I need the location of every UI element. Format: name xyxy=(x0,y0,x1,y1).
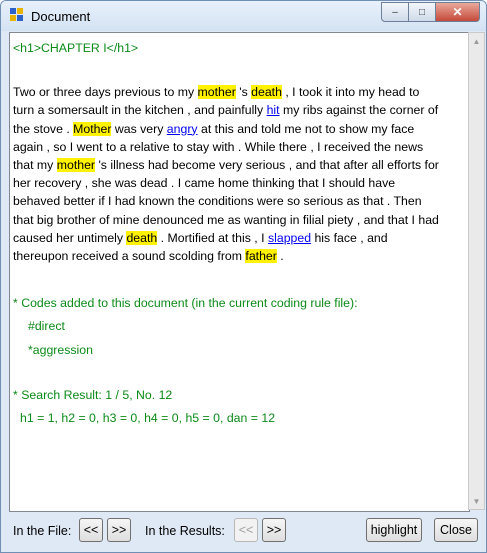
text-run: was very xyxy=(111,121,167,136)
text-run: Two or three days previous to my xyxy=(13,85,198,100)
vertical-scrollbar[interactable]: ▲ ▼ xyxy=(468,32,485,510)
scroll-up-icon[interactable]: ▲ xyxy=(469,33,484,49)
window-title: Document xyxy=(31,9,91,24)
results-next-button[interactable]: >> xyxy=(262,518,286,542)
close-button[interactable]: Close xyxy=(434,518,478,542)
highlighted-word: death xyxy=(126,230,158,245)
document-heading: <h1>CHAPTER I</h1> xyxy=(13,41,139,55)
document-paragraph: Two or three days previous to my mother … xyxy=(13,83,443,265)
linked-word[interactable]: slapped xyxy=(268,231,311,245)
document-text-area[interactable]: <h1>CHAPTER I</h1> Two or three days pre… xyxy=(9,32,470,512)
maximize-button[interactable]: □ xyxy=(408,2,436,22)
highlighted-word: Mother xyxy=(73,121,112,136)
highlighted-word: father xyxy=(245,249,277,264)
file-prev-button[interactable]: << xyxy=(79,518,103,542)
title-bar[interactable]: Document – □ ✕ xyxy=(1,1,486,31)
linked-word[interactable]: hit xyxy=(267,103,280,117)
document-window: Document – □ ✕ <h1>CHAPTER I</h1> Two or… xyxy=(0,0,487,553)
text-run: 's xyxy=(235,85,252,100)
highlighted-word: mother xyxy=(197,85,236,100)
app-icon xyxy=(10,8,24,22)
scroll-down-icon[interactable]: ▼ xyxy=(469,493,484,509)
navigation-bar: In the File: << >> In the Results: << >>… xyxy=(1,513,486,551)
hit-counts: h1 = 1, h2 = 0, h3 = 0, h4 = 0, h5 = 0, … xyxy=(20,411,276,426)
highlighted-word: mother xyxy=(56,158,96,173)
text-run: . Mortified at this , I xyxy=(157,230,268,245)
in-results-label: In the Results: xyxy=(145,524,225,538)
highlighted-word: death xyxy=(251,85,282,100)
file-next-button[interactable]: >> xyxy=(107,518,131,542)
highlight-button[interactable]: highlight xyxy=(366,518,422,542)
text-run: . xyxy=(276,249,284,264)
code-item: #direct xyxy=(28,319,65,334)
code-item: *aggression xyxy=(28,342,93,357)
results-prev-button[interactable]: << xyxy=(234,518,258,542)
minimize-button[interactable]: – xyxy=(381,2,409,22)
close-window-button[interactable]: ✕ xyxy=(435,2,480,22)
linked-word[interactable]: angry xyxy=(167,122,198,136)
search-result: * Search Result: 1 / 5, No. 12 xyxy=(13,387,173,402)
codes-header: * Codes added to this document (in the c… xyxy=(13,296,358,311)
in-file-label: In the File: xyxy=(13,524,72,538)
